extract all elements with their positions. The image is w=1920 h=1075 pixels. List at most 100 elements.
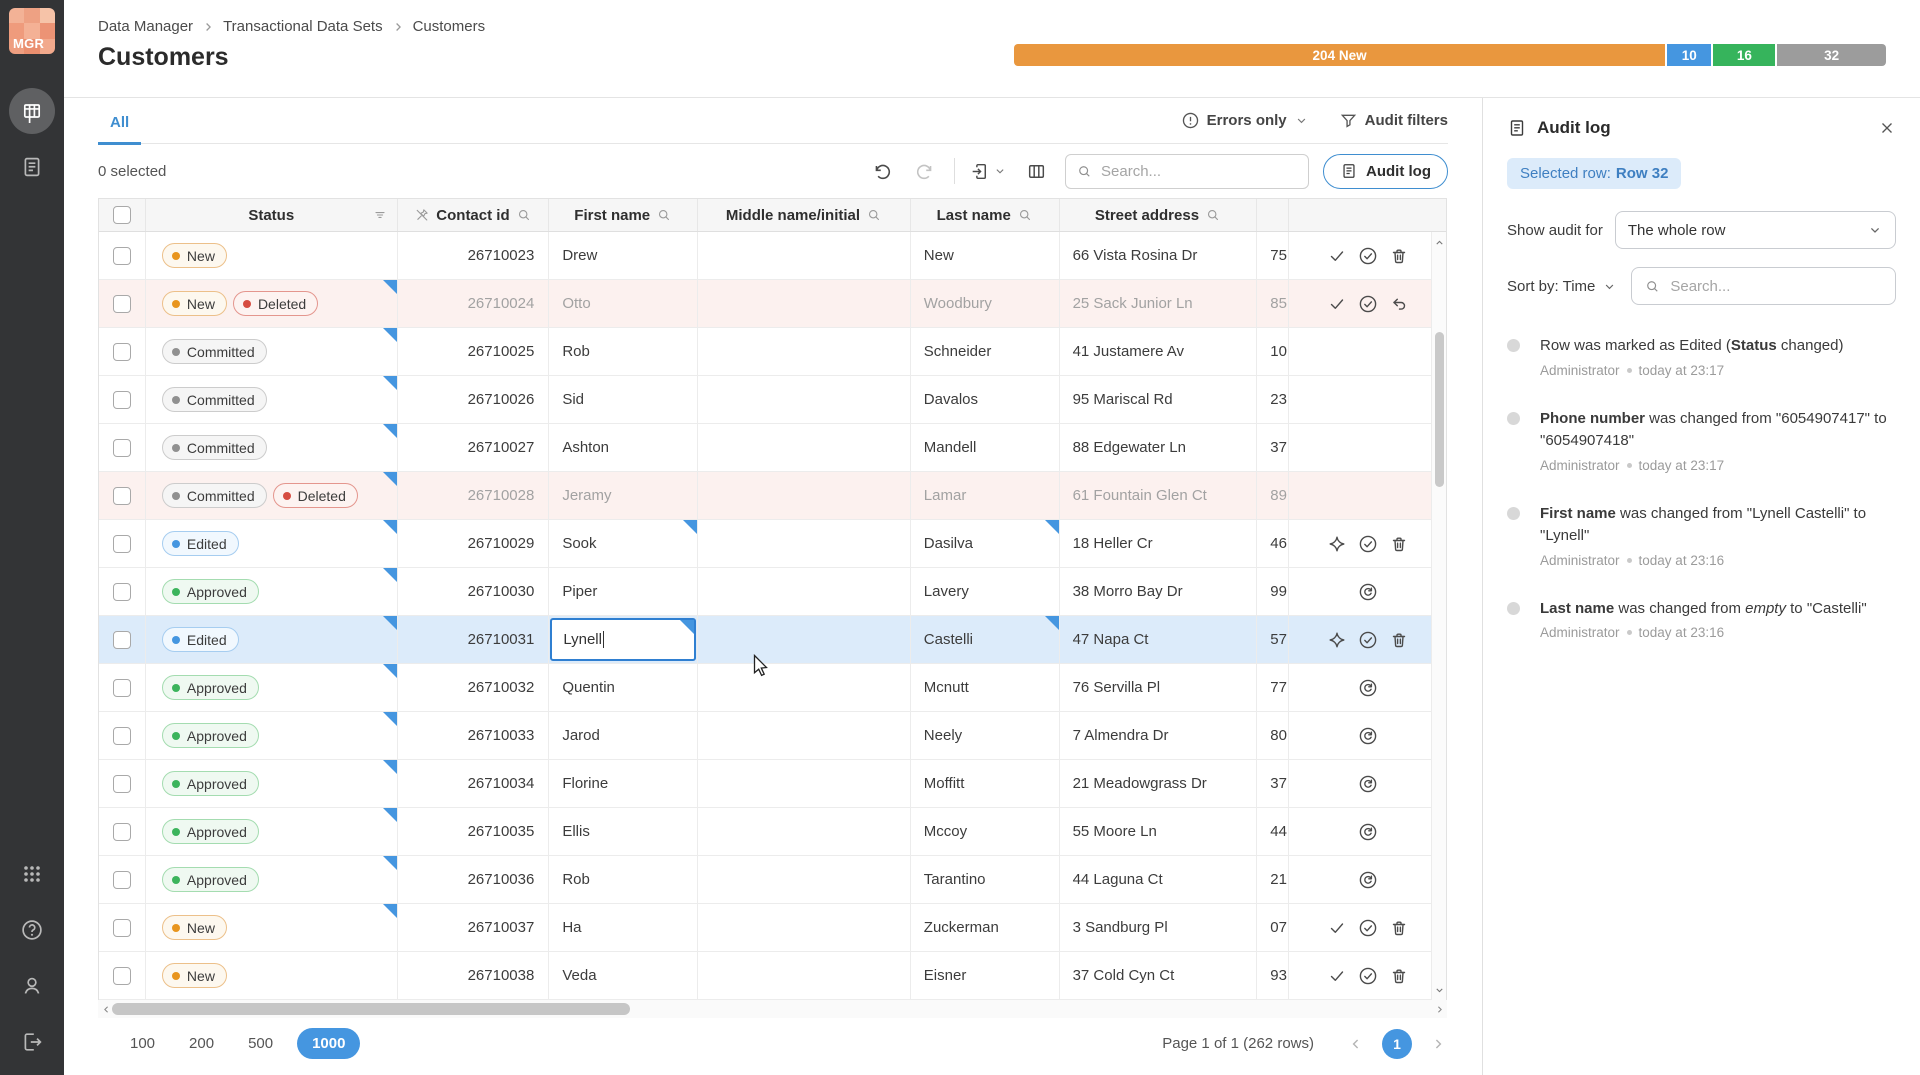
revert-action-button[interactable] xyxy=(1358,774,1378,794)
breadcrumb-item[interactable]: Customers xyxy=(413,18,486,35)
audit-search-input[interactable] xyxy=(1670,278,1883,295)
cell-zip-partial[interactable]: 85 xyxy=(1257,280,1289,327)
cell-zip-partial[interactable]: 46 xyxy=(1257,520,1289,567)
inline-edit-input[interactable]: Lynell xyxy=(550,618,696,661)
cell-last-name[interactable]: Mcnutt xyxy=(911,664,1060,711)
cell-first-name[interactable]: Ha xyxy=(549,904,698,951)
restore-undo-action-button[interactable] xyxy=(1389,294,1409,314)
cell-last-name[interactable]: Mccoy xyxy=(911,808,1060,855)
row-checkbox[interactable] xyxy=(113,919,131,937)
cell-street-address[interactable]: 21 Meadowgrass Dr xyxy=(1060,760,1258,807)
cell-first-name[interactable]: Ashton xyxy=(549,424,698,471)
cell-street-address[interactable]: 95 Mariscal Rd xyxy=(1060,376,1258,423)
cell-middle-name[interactable] xyxy=(698,232,911,279)
trash-action-button[interactable] xyxy=(1389,918,1409,938)
cell-first-name[interactable]: Jarod xyxy=(549,712,698,759)
cell-first-name[interactable]: Rob xyxy=(549,328,698,375)
row-checkbox[interactable] xyxy=(113,583,131,601)
cell-status[interactable]: Approved xyxy=(146,856,398,903)
row-checkbox[interactable] xyxy=(113,727,131,745)
search-icon[interactable] xyxy=(1017,207,1033,223)
cell-first-name[interactable]: Rob xyxy=(549,856,698,903)
column-header-contact_id[interactable]: Contact id xyxy=(398,199,550,231)
cell-street-address[interactable]: 41 Justamere Av xyxy=(1060,328,1258,375)
revert-action-button[interactable] xyxy=(1358,726,1378,746)
cell-middle-name[interactable] xyxy=(698,952,911,999)
page-size-option-200[interactable]: 200 xyxy=(179,1029,224,1058)
sidebar-item-help[interactable] xyxy=(9,907,55,953)
redo-button[interactable] xyxy=(910,156,940,186)
cell-street-address[interactable]: 44 Laguna Ct xyxy=(1060,856,1258,903)
select-all-checkbox[interactable] xyxy=(113,206,131,224)
cell-contact-id[interactable]: 26710037 xyxy=(398,904,550,951)
export-button[interactable] xyxy=(969,161,1007,182)
approve-check-action-button[interactable] xyxy=(1358,246,1378,266)
cell-zip-partial[interactable]: 21 xyxy=(1257,856,1289,903)
cell-street-address[interactable]: 47 Napa Ct xyxy=(1060,616,1258,663)
show-audit-select[interactable]: The whole row xyxy=(1615,211,1896,249)
row-checkbox[interactable] xyxy=(113,295,131,313)
cell-street-address[interactable]: 76 Servilla Pl xyxy=(1060,664,1258,711)
cell-zip-partial[interactable]: 77 xyxy=(1257,664,1289,711)
row-checkbox[interactable] xyxy=(113,631,131,649)
cell-contact-id[interactable]: 26710028 xyxy=(398,472,550,519)
scroll-up-arrow-icon[interactable] xyxy=(1432,234,1446,250)
cell-street-address[interactable]: 88 Edgewater Ln xyxy=(1060,424,1258,471)
revert-action-button[interactable] xyxy=(1358,870,1378,890)
cell-zip-partial[interactable]: 07 xyxy=(1257,904,1289,951)
scroll-right-arrow-icon[interactable] xyxy=(1431,1004,1447,1015)
cell-last-name[interactable]: Tarantino xyxy=(911,856,1060,903)
approve-check-action-button[interactable] xyxy=(1358,294,1378,314)
sparkle-action-button[interactable] xyxy=(1327,534,1347,554)
row-checkbox[interactable] xyxy=(113,247,131,265)
audit-filters-button[interactable]: Audit filters xyxy=(1339,111,1448,130)
trash-action-button[interactable] xyxy=(1389,534,1409,554)
cell-zip-partial[interactable]: 75 xyxy=(1257,232,1289,279)
cell-last-name[interactable]: Schneider xyxy=(911,328,1060,375)
cell-middle-name[interactable] xyxy=(698,568,911,615)
cell-first-name[interactable]: Lynell xyxy=(549,616,698,663)
check-action-button[interactable] xyxy=(1327,966,1347,986)
cell-last-name[interactable]: Moffitt xyxy=(911,760,1060,807)
undo-button[interactable] xyxy=(866,156,896,186)
cell-last-name[interactable]: Davalos xyxy=(911,376,1060,423)
cell-first-name[interactable]: Jeramy xyxy=(549,472,698,519)
sidebar-item-profile[interactable] xyxy=(9,963,55,1009)
cell-last-name[interactable]: Woodbury xyxy=(911,280,1060,327)
filter-icon[interactable] xyxy=(372,207,388,223)
cell-middle-name[interactable] xyxy=(698,520,911,567)
row-checkbox[interactable] xyxy=(113,343,131,361)
cell-street-address[interactable]: 55 Moore Ln xyxy=(1060,808,1258,855)
revert-action-button[interactable] xyxy=(1358,822,1378,842)
row-checkbox[interactable] xyxy=(113,967,131,985)
column-header-middle_name[interactable]: Middle name/initial xyxy=(698,199,911,231)
cell-status[interactable]: CommittedDeleted xyxy=(146,472,398,519)
vertical-scrollbar-thumb[interactable] xyxy=(1435,332,1444,487)
row-checkbox[interactable] xyxy=(113,871,131,889)
cell-status[interactable]: Edited xyxy=(146,520,398,567)
errors-only-toggle[interactable]: Errors only xyxy=(1181,111,1309,130)
cell-last-name[interactable]: Dasilva xyxy=(911,520,1060,567)
search-icon[interactable] xyxy=(1205,207,1221,223)
tab-all[interactable]: All xyxy=(98,114,141,145)
approve-check-action-button[interactable] xyxy=(1358,966,1378,986)
cell-middle-name[interactable] xyxy=(698,472,911,519)
cell-street-address[interactable]: 38 Morro Bay Dr xyxy=(1060,568,1258,615)
cell-last-name[interactable]: Mandell xyxy=(911,424,1060,471)
cell-first-name[interactable]: Drew xyxy=(549,232,698,279)
cell-street-address[interactable]: 37 Cold Cyn Ct xyxy=(1060,952,1258,999)
row-checkbox[interactable] xyxy=(113,775,131,793)
cell-middle-name[interactable] xyxy=(698,376,911,423)
cell-last-name[interactable]: Lavery xyxy=(911,568,1060,615)
sidebar-item-apps[interactable] xyxy=(9,851,55,897)
columns-button[interactable] xyxy=(1021,156,1051,186)
sidebar-item-documents[interactable] xyxy=(9,144,55,190)
breadcrumb-item[interactable]: Data Manager xyxy=(98,18,193,35)
cell-first-name[interactable]: Piper xyxy=(549,568,698,615)
approve-check-action-button[interactable] xyxy=(1358,918,1378,938)
cell-status[interactable]: New xyxy=(146,952,398,999)
app-logo[interactable]: MGR xyxy=(9,8,55,54)
row-checkbox[interactable] xyxy=(113,391,131,409)
trash-action-button[interactable] xyxy=(1389,246,1409,266)
cell-zip-partial[interactable]: 57 xyxy=(1257,616,1289,663)
